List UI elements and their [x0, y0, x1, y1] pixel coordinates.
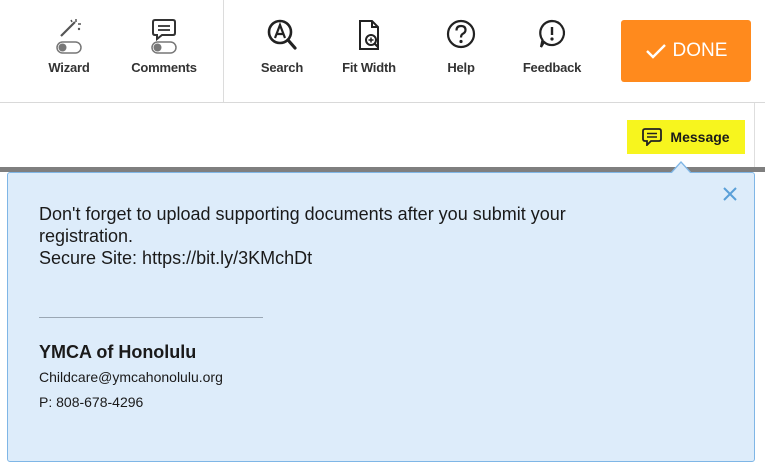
- wizard-label: Wizard: [48, 60, 90, 75]
- popup-message-line: registration.: [39, 226, 134, 246]
- org-email: Childcare@ymcahonolulu.org: [39, 369, 223, 385]
- org-phone: P: 808-678-4296: [39, 394, 144, 410]
- done-button[interactable]: DONE: [621, 20, 751, 82]
- fit-width-icon: [359, 20, 379, 50]
- checkmark-icon: [645, 44, 666, 59]
- search-label: Search: [260, 60, 304, 75]
- fit-width-tool[interactable]: Fit Width: [332, 18, 406, 90]
- message-button[interactable]: Message: [627, 120, 745, 154]
- wizard-tool[interactable]: Wizard: [41, 18, 97, 90]
- feedback-icon: [539, 19, 566, 48]
- toolbar-separator: [223, 0, 224, 102]
- wand-toggle-icon: [56, 19, 82, 54]
- comments-tool[interactable]: Comments: [120, 18, 208, 90]
- done-label: DONE: [672, 40, 728, 61]
- signature-divider: [39, 317, 263, 318]
- search-icon: [267, 19, 297, 50]
- feedback-label: Feedback: [522, 60, 582, 75]
- popup-caret: [671, 163, 691, 174]
- help-label: Help: [447, 60, 475, 75]
- close-popup-button[interactable]: [720, 184, 740, 204]
- message-icon: [642, 128, 663, 146]
- popup-message-line: Secure Site: https://bit.ly/3KMchDt: [39, 248, 313, 268]
- comments-label: Comments: [131, 60, 197, 75]
- popup-message: Don't forget to upload supporting docume…: [39, 203, 679, 269]
- fit-width-label: Fit Width: [342, 60, 396, 75]
- message-label: Message: [670, 129, 730, 145]
- feedback-tool[interactable]: Feedback: [512, 18, 592, 90]
- org-name: YMCA of Honolulu: [39, 342, 197, 362]
- close-icon: [723, 187, 737, 201]
- popup-message-line: Don't forget to upload supporting docume…: [39, 204, 566, 224]
- secondary-bar-divider: [754, 103, 755, 167]
- help-icon: [446, 19, 476, 49]
- toolbar: Wizard Comments Search Fit Width Help Fe…: [0, 0, 765, 103]
- comment-toggle-icon: [151, 19, 177, 54]
- search-tool[interactable]: Search: [252, 18, 312, 90]
- help-tool[interactable]: Help: [440, 18, 482, 90]
